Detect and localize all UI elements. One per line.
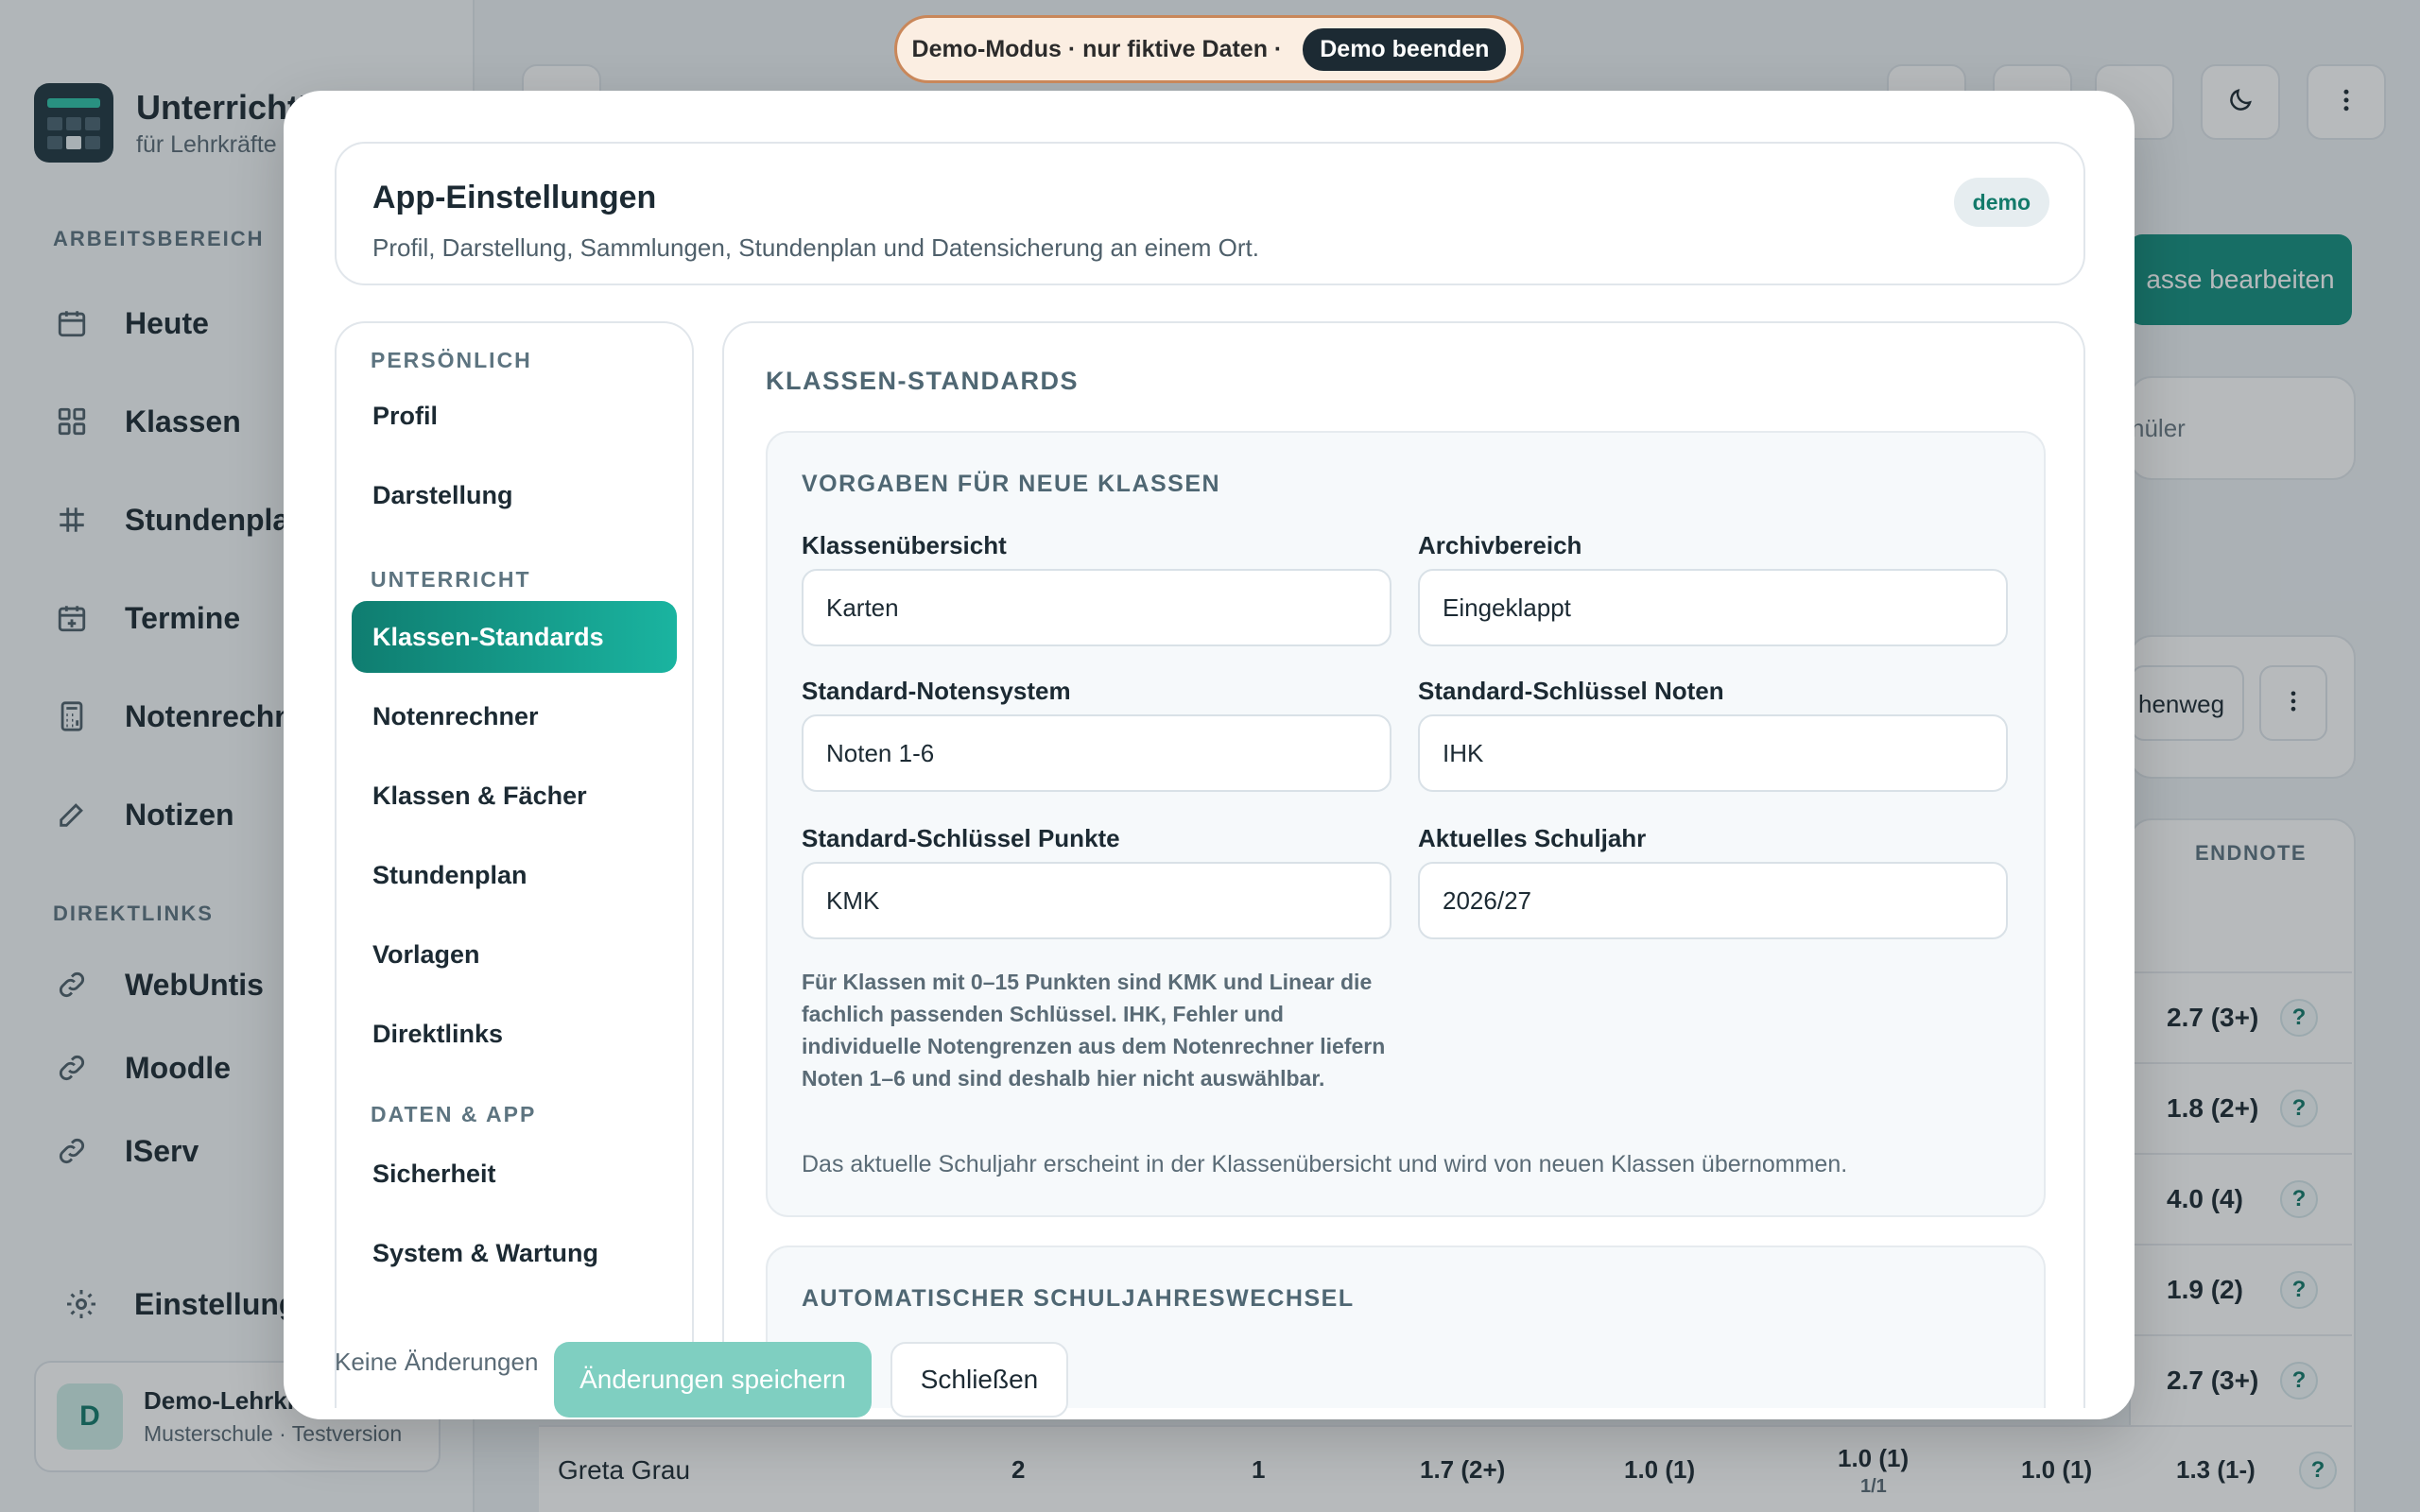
settings-nav: PERSÖNLICH Profil Darstellung UNTERRICHT… bbox=[335, 321, 694, 1408]
demo-banner: Demo-Modus · nur fiktive Daten · Demo be… bbox=[894, 15, 1524, 83]
school-year-input[interactable]: 2026/27 bbox=[1418, 862, 2008, 939]
dialog-title: App-Einstellungen bbox=[372, 180, 657, 215]
nav-item-system-wartung[interactable]: System & Wartung bbox=[352, 1217, 677, 1289]
grade-system-label: Standard-Notensystem bbox=[802, 677, 1071, 705]
nav-item-klassen-faecher[interactable]: Klassen & Fächer bbox=[352, 760, 677, 832]
settings-content: KLASSEN-STANDARDS VORGABEN FÜR NEUE KLAS… bbox=[722, 321, 2085, 1408]
overview-select[interactable]: Karten bbox=[802, 569, 1392, 646]
grade-system-select[interactable]: Noten 1-6 bbox=[802, 714, 1392, 792]
card-title: VORGABEN FÜR NEUE KLASSEN bbox=[802, 471, 1221, 497]
archive-label: Archivbereich bbox=[1418, 531, 1582, 559]
nav-item-vorlagen[interactable]: Vorlagen bbox=[352, 919, 677, 990]
nav-item-klassen-standards[interactable]: Klassen-Standards bbox=[352, 601, 677, 673]
save-status: Keine Änderungen bbox=[335, 1348, 539, 1376]
dialog-subtitle: Profil, Darstellung, Sammlungen, Stunden… bbox=[372, 233, 1259, 262]
points-key-label: Standard-Schlüssel Punkte bbox=[802, 824, 1120, 852]
nav-item-profil[interactable]: Profil bbox=[352, 380, 677, 452]
demo-badge: demo bbox=[1953, 178, 2049, 227]
nav-section-teaching: UNTERRICHT bbox=[371, 567, 531, 592]
overview-label: Klassenübersicht bbox=[802, 531, 1007, 559]
section-heading: KLASSEN-STANDARDS bbox=[766, 367, 1080, 395]
grade-key-label: Standard-Schlüssel Noten bbox=[1418, 677, 1724, 705]
nav-item-sicherheit[interactable]: Sicherheit bbox=[352, 1138, 677, 1210]
nav-item-darstellung[interactable]: Darstellung bbox=[352, 459, 677, 531]
card-title: AUTOMATISCHER SCHULJAHRESWECHSEL bbox=[802, 1285, 1355, 1312]
close-button[interactable]: Schließen bbox=[890, 1342, 1068, 1418]
nav-item-direktlinks[interactable]: Direktlinks bbox=[352, 998, 677, 1070]
dialog-header: App-Einstellungen Profil, Darstellung, S… bbox=[335, 142, 2085, 285]
grade-key-select[interactable]: IHK bbox=[1418, 714, 2008, 792]
save-button[interactable]: Änderungen speichern bbox=[554, 1342, 872, 1418]
end-demo-button[interactable]: Demo beenden bbox=[1303, 27, 1507, 71]
nav-item-stundenplan[interactable]: Stundenplan bbox=[352, 839, 677, 911]
points-key-hint: Für Klassen mit 0–15 Punkten sind KMK un… bbox=[802, 970, 1386, 1091]
settings-dialog: App-Einstellungen Profil, Darstellung, S… bbox=[284, 91, 2135, 1419]
nav-item-notenrechner[interactable]: Notenrechner bbox=[352, 680, 677, 752]
points-key-select[interactable]: KMK bbox=[802, 862, 1392, 939]
school-year-note: Das aktuelle Schuljahr erscheint in der … bbox=[802, 1151, 1848, 1177]
class-defaults-card: VORGABEN FÜR NEUE KLASSEN Klassenübersic… bbox=[766, 431, 2046, 1217]
nav-section-personal: PERSÖNLICH bbox=[371, 348, 532, 372]
school-year-label: Aktuelles Schuljahr bbox=[1418, 824, 1647, 852]
archive-select[interactable]: Eingeklappt bbox=[1418, 569, 2008, 646]
nav-section-data: DATEN & APP bbox=[371, 1102, 537, 1126]
demo-banner-text: Demo-Modus · nur fiktive Daten · bbox=[911, 35, 1283, 62]
